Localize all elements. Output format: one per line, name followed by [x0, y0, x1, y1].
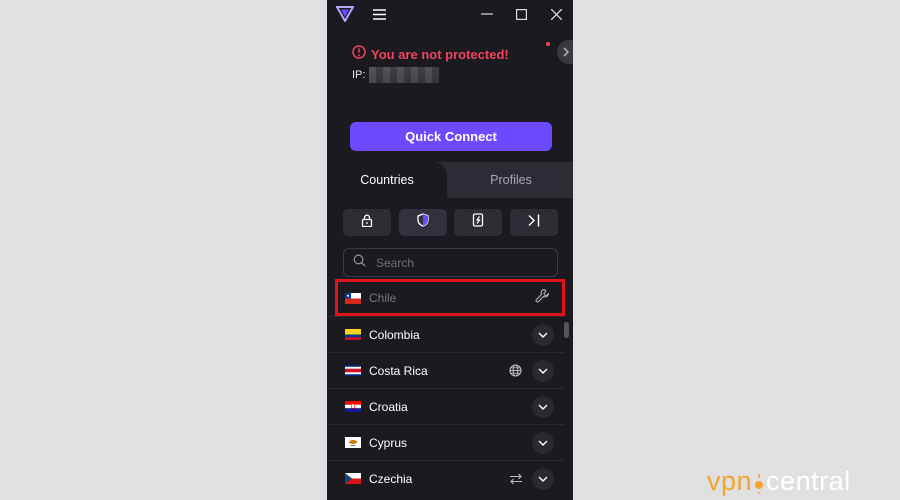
filter-tor-button[interactable] [510, 209, 558, 236]
tor-icon [528, 214, 540, 232]
watermark-dot-icon [755, 473, 764, 494]
p2p-icon [472, 213, 484, 232]
country-name: Czechia [369, 471, 413, 486]
scrollbar-thumb[interactable] [564, 322, 569, 338]
close-button[interactable] [544, 0, 568, 28]
watermark-central-text: central [766, 466, 851, 496]
notification-dot [546, 42, 550, 46]
expand-chevron-button[interactable] [532, 467, 554, 490]
country-row-czechia[interactable]: Czechia [327, 460, 564, 496]
country-row-colombia[interactable]: Colombia [327, 316, 564, 352]
chevron-down-icon [538, 440, 548, 446]
chevron-down-icon [538, 332, 548, 338]
maximize-button[interactable] [509, 0, 533, 28]
minimize-button[interactable] [475, 0, 499, 28]
country-name: Chile [369, 291, 397, 305]
country-name: Croatia [369, 399, 408, 414]
country-name: Colombia [369, 327, 420, 342]
cyprus-flag-icon [345, 437, 361, 448]
search-box[interactable] [343, 248, 558, 277]
tab-bar: Countries Profiles [327, 162, 573, 198]
menu-icon[interactable] [367, 0, 391, 28]
filter-plus-servers-button[interactable] [399, 209, 447, 236]
expand-panel-button[interactable] [557, 40, 573, 64]
warning-icon [352, 45, 366, 64]
country-name: Cyprus [369, 435, 408, 450]
title-bar [327, 0, 573, 28]
chevron-down-icon [538, 368, 548, 374]
shield-icon [417, 213, 429, 232]
ip-address-blurred [369, 67, 440, 83]
country-row-costa-rica[interactable]: Costa Rica [327, 352, 564, 388]
expand-chevron-button[interactable] [532, 431, 554, 454]
costa-rica-flag-icon [345, 365, 361, 376]
lock-icon [361, 214, 373, 232]
ip-label: IP: [352, 69, 366, 81]
protection-status: You are not protected! [352, 45, 509, 64]
chevron-down-icon [538, 404, 548, 410]
tab-countries[interactable]: Countries [327, 162, 447, 198]
expand-chevron-button[interactable] [532, 395, 554, 418]
country-name: Costa Rica [369, 363, 428, 378]
vpn-app-window: You are not protected! IP: Quick Connect… [327, 0, 573, 500]
watermark-logo: vpn central [707, 466, 851, 497]
wrench-icon [535, 288, 550, 308]
chile-flag-icon [345, 292, 361, 304]
expand-chevron-button[interactable] [532, 323, 554, 346]
colombia-flag-icon [345, 329, 361, 340]
watermark-vpn-text: vpn [707, 466, 753, 496]
search-input[interactable] [374, 254, 548, 271]
filter-secure-core-button[interactable] [343, 209, 391, 236]
globe-icon [509, 364, 522, 377]
country-row-cyprus[interactable]: Cyprus [327, 424, 564, 460]
arrows-swap-icon [509, 473, 523, 485]
filter-p2p-button[interactable] [454, 209, 502, 236]
country-row-chile[interactable]: Chile [327, 280, 564, 316]
tab-profiles[interactable]: Profiles [449, 162, 573, 198]
czechia-flag-icon [345, 473, 361, 484]
chevron-down-icon [538, 476, 548, 482]
search-icon [353, 254, 366, 272]
quick-connect-button[interactable]: Quick Connect [350, 122, 552, 151]
croatia-flag-icon [345, 401, 361, 412]
country-row-croatia[interactable]: Croatia [327, 388, 564, 424]
ip-row: IP: [352, 67, 440, 83]
status-text: You are not protected! [371, 47, 509, 62]
app-logo-icon [335, 0, 355, 28]
expand-chevron-button[interactable] [532, 359, 554, 382]
